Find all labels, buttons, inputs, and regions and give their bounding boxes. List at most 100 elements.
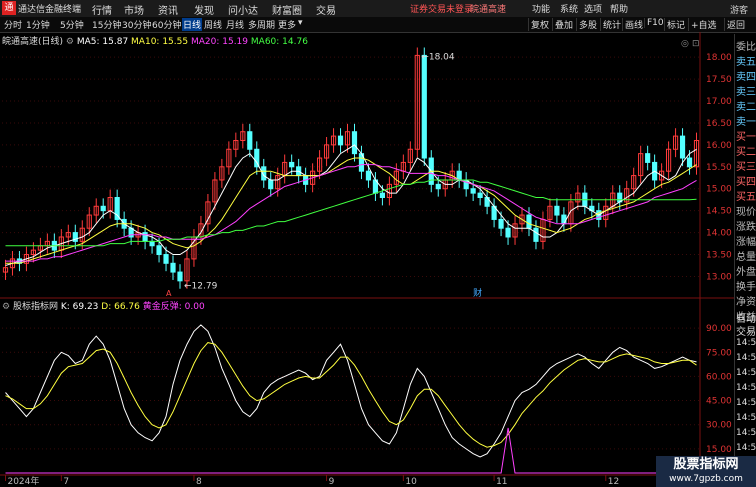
watermark-line1: 股票指标网 [673,457,739,472]
value-tick-label: 45.00 [706,397,732,407]
menu-item-options[interactable]: 选项 [584,2,602,15]
menu-item-news[interactable]: 资讯 [158,2,178,17]
ma-line-3 [5,164,697,262]
date-tick-label: 11 [496,477,507,487]
indicator-line-3 [5,427,697,474]
low-price-label: ←12.79 [184,282,218,292]
kd-lines-group [5,324,697,474]
expand-icon: ⊡ [692,39,700,49]
price-tick-label: 17.50 [706,75,732,85]
price-tick-label: 15.50 [706,163,732,173]
ma-lines-group [5,144,697,266]
toolbar-back-button[interactable]: 返回 [724,18,747,31]
price-tick-label: 13.50 [706,251,732,261]
quote-field-label: 总量 [736,252,756,263]
value-tick-label: 75.00 [706,348,732,358]
menu-item-quotes[interactable]: 行情 [92,2,112,17]
period-tab-15min[interactable]: 15分钟 [92,18,121,31]
price-tick-label: 14.50 [706,207,732,217]
login-alert[interactable]: 证券交易未登录 [410,2,473,15]
tick-time-label: 14:56 [736,443,756,453]
value-tick-label: 30.00 [706,421,732,431]
high-price-label: ←18.04 [421,52,455,62]
candle-body [337,135,344,146]
candle-body [561,214,567,225]
chart-frame [0,32,734,487]
toolbar-adjust-button[interactable]: 复权 [528,18,551,31]
date-tick-label: 2024年 [7,475,39,487]
quote-field-label: 卖一 [736,117,756,128]
date-tick-label: 9 [329,477,335,487]
candle-body [526,214,532,229]
quote-field-label: 卖二 [736,102,756,113]
value-tick-label: 60.00 [706,372,732,382]
candle-body [268,179,274,190]
price-tick-label: 17.00 [706,97,732,107]
price-tick-label: 14.00 [706,229,732,239]
period-tab-more[interactable]: 更多 [278,18,296,31]
chevron-down-icon[interactable]: ▾ [298,18,303,28]
quote-field-label: 卖五 [736,57,756,68]
quote-side-panel: 委比 卖五 卖四 卖三 卖二 卖一 买一 买二 买三 买四 买五 现价 涨跌 涨幅 总量 外盘 换手 净资 收益 自动… [734,34,756,487]
date-tick-label: 7 [63,477,69,487]
quote-field-label: 卖四 [736,72,756,83]
toolbar-overlay-button[interactable]: 叠加 [552,18,575,31]
candle-body [470,188,476,194]
period-tab-multi[interactable]: 多周期 [248,18,275,31]
quote-field-label: 涨跌 [736,222,756,233]
candle-body [533,227,539,242]
sub-grid [2,327,700,450]
tick-time-label: 14:56 [736,383,756,393]
guest-label[interactable]: 游客 [730,3,748,16]
period-tab-1min[interactable]: 1分钟 [26,18,50,31]
candle-body [435,183,441,190]
period-tab-60min[interactable]: 60分钟 [152,18,181,31]
quote-field-label: 外盘 [736,267,756,278]
price-tick-label: 16.00 [706,141,732,151]
auto-trade-label[interactable]: 交易 [736,323,756,338]
period-tab-weekly[interactable]: 周线 [204,18,222,31]
period-tab-30min[interactable]: 30分钟 [122,18,151,31]
period-tab-monthly[interactable]: 月线 [226,18,244,31]
quote-field-label: 买三 [736,162,756,173]
menu-item-wealth[interactable]: 财富圈 [272,2,302,17]
candle-body [247,131,253,150]
date-axis: 2024年 7 8 9 10 11 12 [4,475,619,487]
toolbar-f10-button[interactable]: F10 [644,18,666,28]
candle-body [679,135,686,159]
quote-field-label: 现价 [736,207,756,218]
candle-body [477,192,483,199]
candle-body [289,161,295,168]
menu-item-help[interactable]: 帮助 [610,2,628,15]
menu-item-function[interactable]: 功能 [532,2,550,15]
menu-item-market[interactable]: 市场 [124,2,144,17]
candle-body [379,192,386,199]
period-tab-daily[interactable]: 日线 [182,18,203,31]
candle-body [686,157,693,168]
quote-field-label: 涨幅 [736,237,756,248]
menu-item-trade[interactable]: 交易 [316,2,336,17]
menu-item-ask[interactable]: 问小达 [228,2,258,17]
toolbar-multistock-button[interactable]: 多股 [576,18,599,31]
period-tab-intraday[interactable]: 分时 [4,18,22,31]
tick-time-label: 14:56 [736,353,756,363]
ma-line-1 [5,144,697,266]
toolbar-stats-button[interactable]: 统计 [600,18,623,31]
candle-body [365,170,372,181]
toolbar-draw-button[interactable]: 画线 [622,18,645,31]
period-toolbar: 分时 1分钟 5分钟 15分钟 30分钟 60分钟 日线 周线 月线 多周期 更… [0,17,756,33]
ma-line-4 [5,179,697,247]
toolbar-watchlist-button[interactable]: +自选 [688,18,719,31]
chart-area[interactable]: 18.00 17.50 17.00 16.50 16.00 15.50 15.00 14.50… [0,32,734,487]
period-tab-5min[interactable]: 5分钟 [60,18,84,31]
candle-body [149,240,155,247]
app-name: 通达信金融终端 [18,5,82,15]
watermark-logo: 股票指标网 www.7gpzb.com [656,456,756,487]
menu-item-system[interactable]: 系统 [560,2,578,15]
menu-item-discover[interactable]: 发现 [194,2,214,17]
candle-body [505,227,511,238]
watermark-line2: www.7gpzb.com [669,474,743,484]
toolbar-mark-button[interactable]: 标记 [664,18,687,31]
candle-body [170,262,176,273]
quote-field-label: 净资 [736,297,756,308]
